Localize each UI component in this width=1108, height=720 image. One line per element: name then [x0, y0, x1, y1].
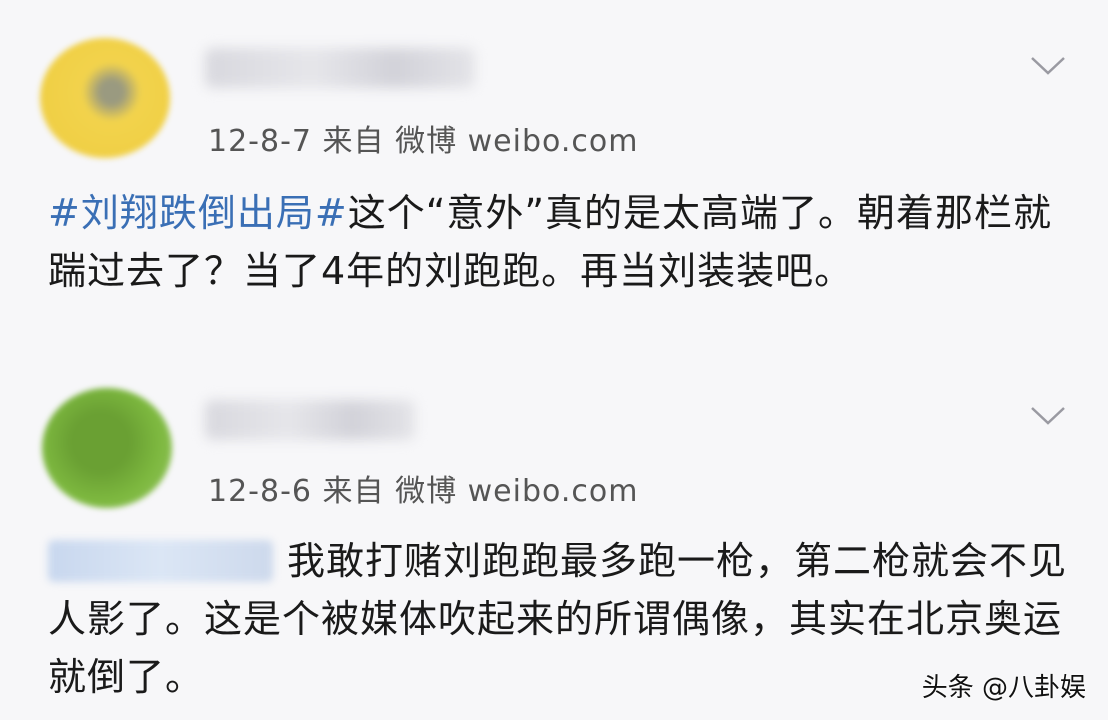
username-blurred[interactable]	[205, 48, 475, 88]
post-meta: 12-8-6 来自 微博 weibo.com	[208, 466, 638, 510]
chevron-down-icon[interactable]	[1030, 56, 1066, 76]
avatar[interactable]	[40, 38, 170, 158]
post-content: #刘翔跌倒出局#这个“意外”真的是太高端了。朝着那栏就踹过去了？当了4年的刘跑跑…	[48, 184, 1068, 300]
post-date: 12-8-7	[208, 124, 312, 159]
post-meta: 12-8-7 来自 微博 weibo.com	[208, 116, 638, 160]
topic-link[interactable]: #刘翔跌倒出局#	[48, 191, 348, 235]
mention-blurred[interactable]	[48, 540, 273, 582]
post-content: 我敢打赌刘跑跑最多跑一枪，第二枪就会不见人影了。这是个被媒体吹起来的所谓偶像，其…	[48, 532, 1068, 706]
avatar[interactable]	[42, 388, 172, 508]
post-source: 来自 微博 weibo.com	[322, 474, 639, 509]
comment-card: 12-8-7 来自 微博 weibo.com #刘翔跌倒出局#这个“意外”真的是…	[0, 0, 1108, 380]
post-source: 来自 微博 weibo.com	[322, 124, 639, 159]
username-blurred[interactable]	[205, 400, 415, 440]
post-date: 12-8-6	[208, 474, 312, 509]
watermark: 头条 @八卦娱	[921, 673, 1086, 703]
chevron-down-icon[interactable]	[1030, 406, 1066, 426]
